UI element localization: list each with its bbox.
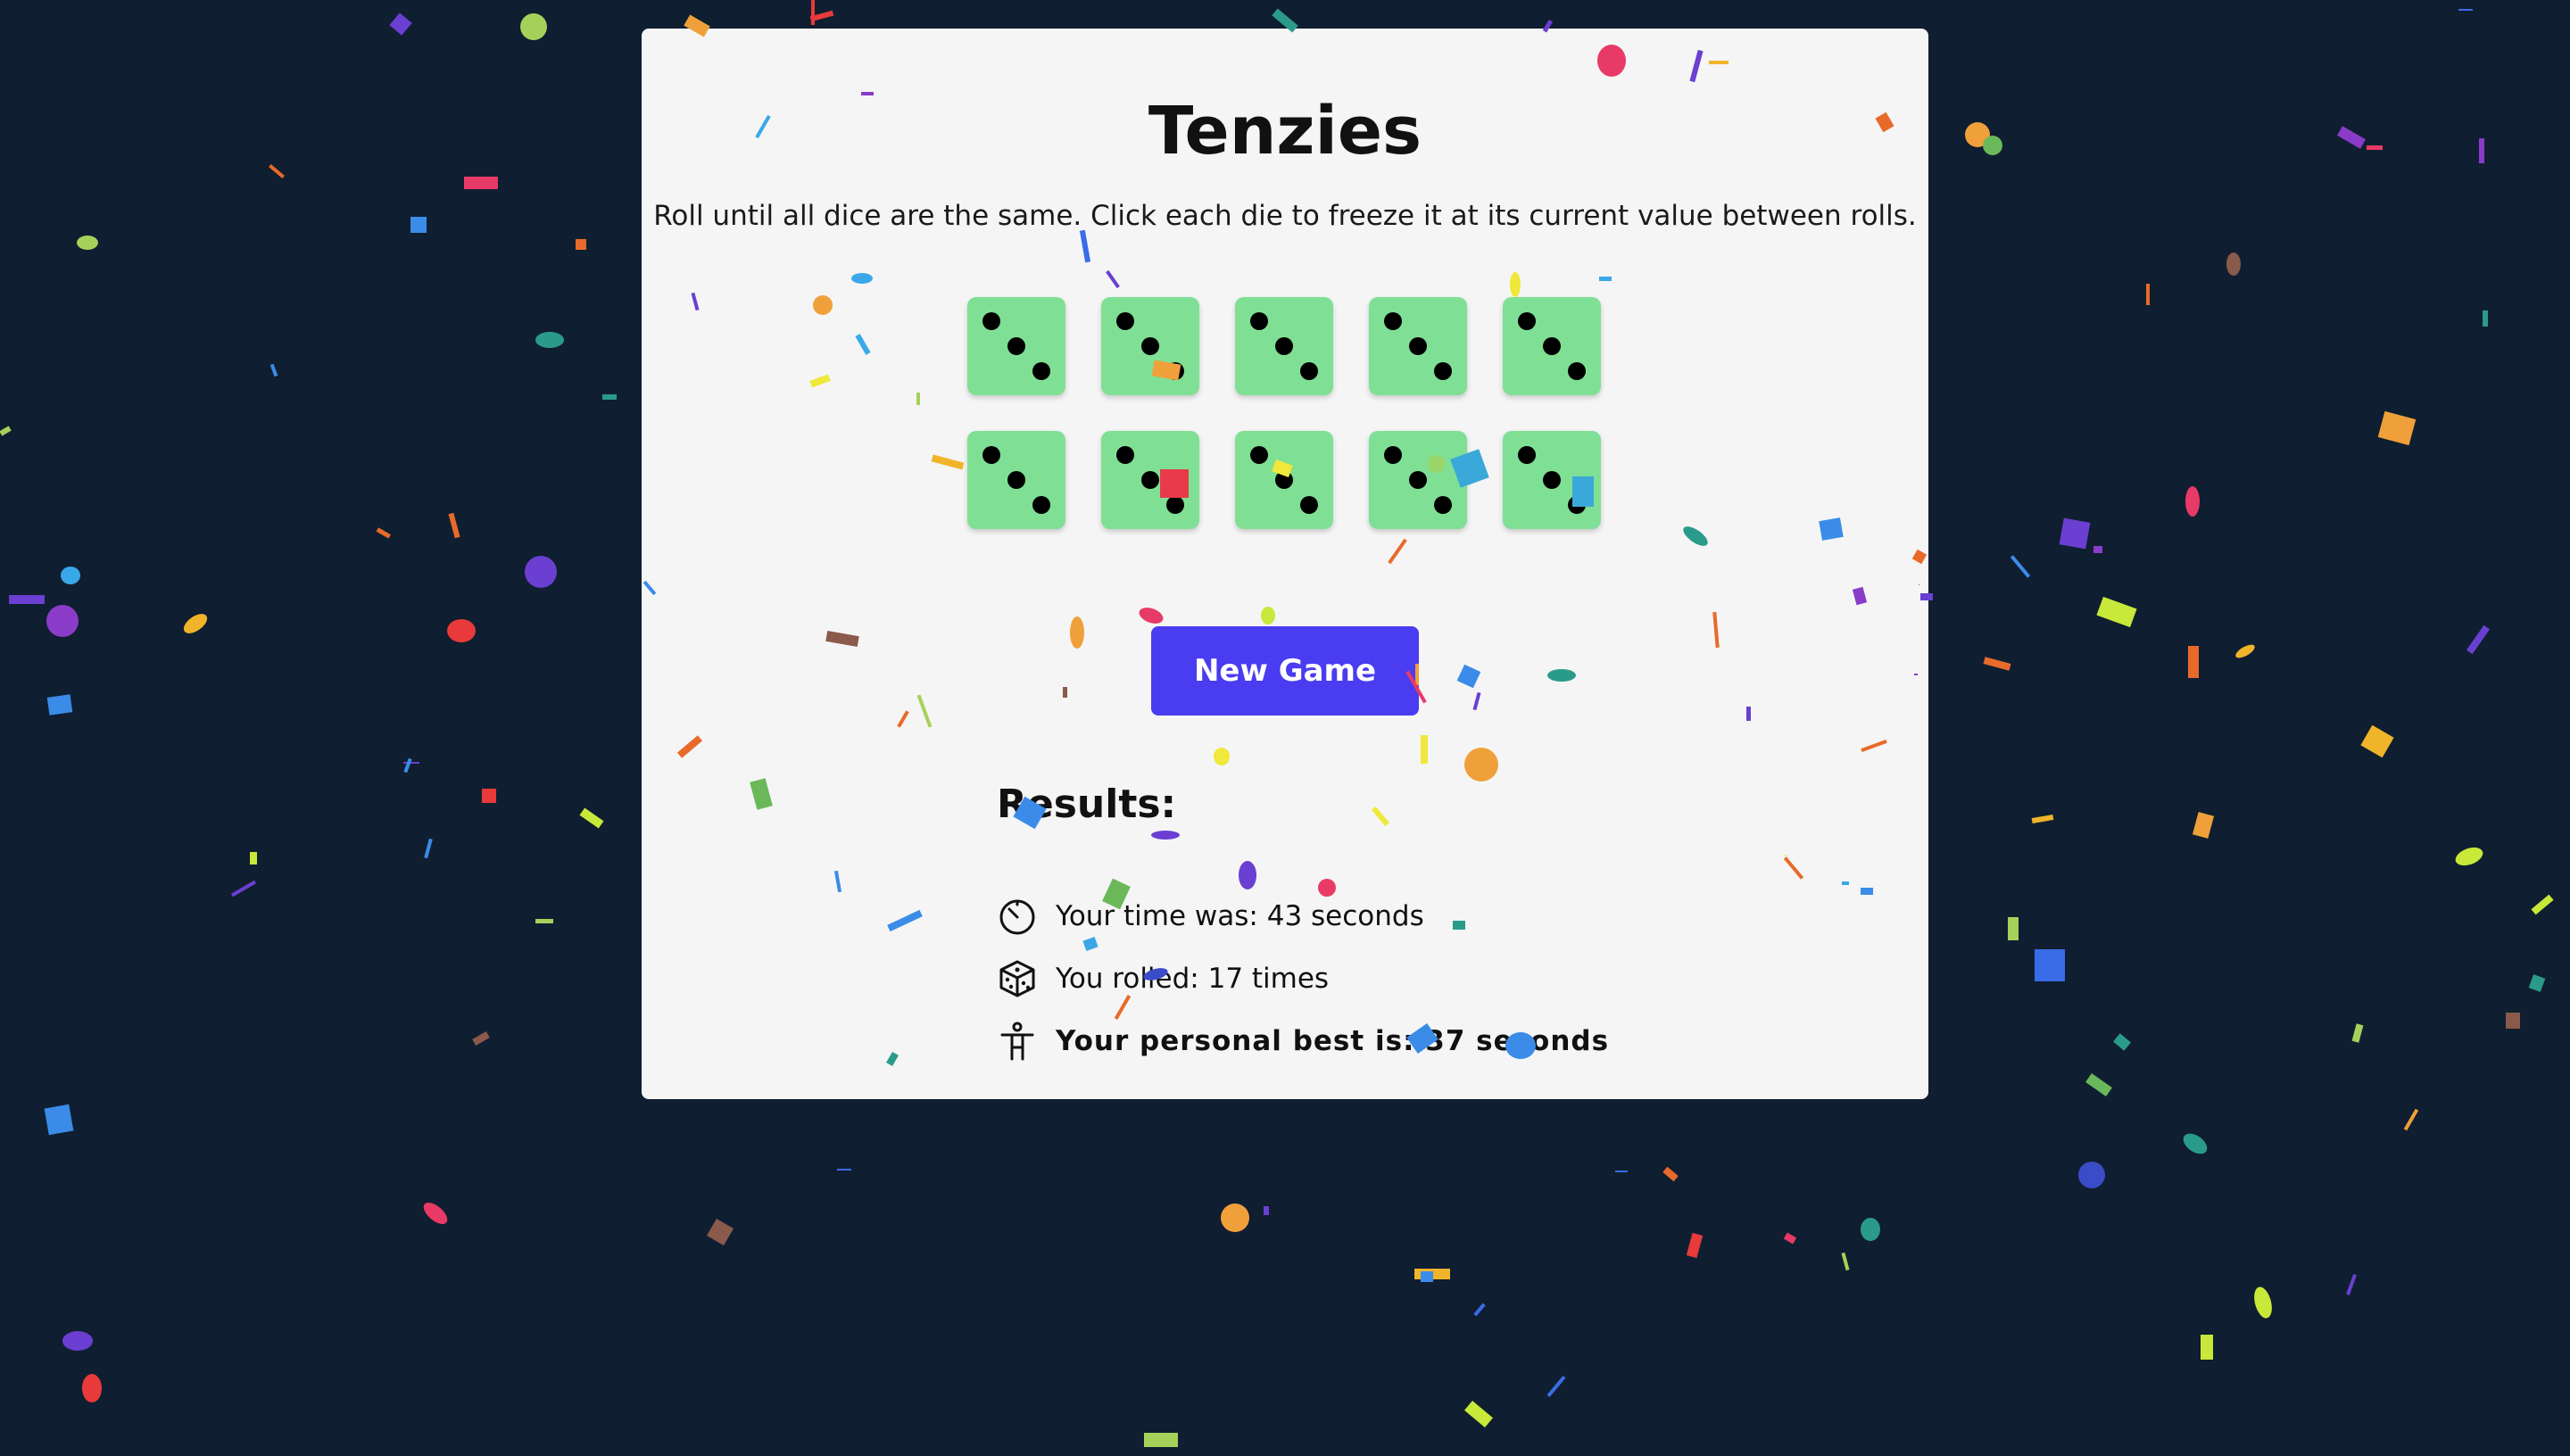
rolls-text: You rolled: 17 times bbox=[1056, 963, 1330, 995]
die[interactable] bbox=[967, 431, 1065, 529]
die-pip bbox=[1032, 362, 1050, 380]
new-game-button[interactable]: New Game bbox=[1151, 626, 1419, 716]
die[interactable] bbox=[1235, 297, 1333, 395]
die-pip bbox=[1141, 471, 1159, 489]
person-icon bbox=[1000, 1022, 1034, 1061]
die-pip bbox=[982, 446, 1000, 464]
game-instructions: Roll until all dice are the same. Click … bbox=[653, 200, 1917, 232]
die-pip bbox=[1116, 312, 1134, 330]
die-pip bbox=[1434, 362, 1452, 380]
die-pip bbox=[1300, 496, 1318, 514]
die[interactable] bbox=[967, 297, 1065, 395]
die-pip bbox=[1141, 337, 1159, 355]
die-pip bbox=[1543, 337, 1561, 355]
game-card: Tenzies Roll until all dice are the same… bbox=[642, 29, 1928, 1099]
die-pip bbox=[1300, 362, 1318, 380]
die-pip bbox=[1384, 446, 1402, 464]
die-pip bbox=[982, 312, 1000, 330]
die-pip bbox=[1007, 337, 1025, 355]
time-result: Your time was: 43 seconds bbox=[997, 896, 1424, 937]
dice-grid bbox=[967, 297, 1601, 529]
best-text: Your personal best is: 37 seconds bbox=[1056, 1025, 1610, 1057]
die-pip bbox=[1166, 362, 1184, 380]
results-section: Results: Your time was: 43 seconds You r… bbox=[997, 782, 1711, 1061]
dice-icon bbox=[999, 960, 1035, 997]
die-pip bbox=[1275, 471, 1293, 489]
die-pip bbox=[1518, 312, 1536, 330]
die[interactable] bbox=[1369, 297, 1467, 395]
die[interactable] bbox=[1503, 297, 1601, 395]
time-text: Your time was: 43 seconds bbox=[1056, 900, 1424, 932]
die[interactable] bbox=[1101, 297, 1199, 395]
die[interactable] bbox=[1503, 431, 1601, 529]
die-pip bbox=[1007, 471, 1025, 489]
die-pip bbox=[1568, 362, 1586, 380]
die-pip bbox=[1116, 446, 1134, 464]
die-pip bbox=[1409, 471, 1427, 489]
die-pip bbox=[1032, 496, 1050, 514]
stopwatch-icon bbox=[999, 899, 1035, 935]
die-pip bbox=[1434, 496, 1452, 514]
rolls-result: You rolled: 17 times bbox=[997, 958, 1329, 999]
die-pip bbox=[1166, 496, 1184, 514]
die-pip bbox=[1409, 337, 1427, 355]
die-pip bbox=[1384, 312, 1402, 330]
die[interactable] bbox=[1369, 431, 1467, 529]
die-pip bbox=[1275, 337, 1293, 355]
die[interactable] bbox=[1101, 431, 1199, 529]
die[interactable] bbox=[1235, 431, 1333, 529]
game-title: Tenzies bbox=[1148, 93, 1422, 170]
die-pip bbox=[1250, 446, 1268, 464]
die-pip bbox=[1543, 471, 1561, 489]
die-pip bbox=[1250, 312, 1268, 330]
best-result: Your personal best is: 37 seconds bbox=[997, 1021, 1609, 1062]
results-heading: Results: bbox=[997, 782, 1177, 827]
die-pip bbox=[1518, 446, 1536, 464]
die-pip bbox=[1568, 496, 1586, 514]
